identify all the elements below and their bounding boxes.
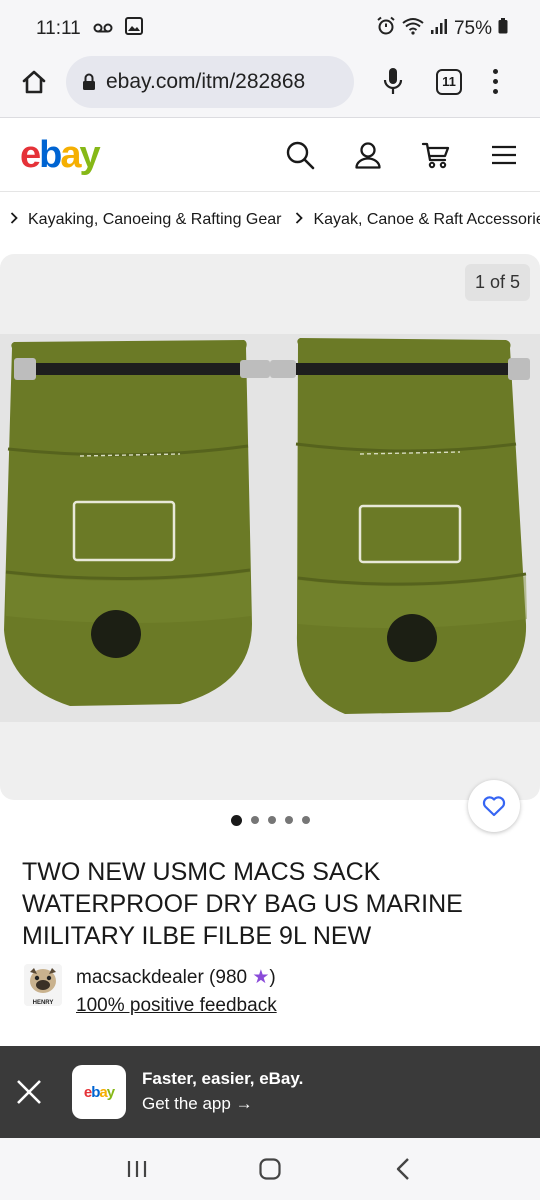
voicemail-icon [93, 18, 113, 40]
battery-icon [498, 18, 508, 40]
image-notification-icon [124, 17, 143, 41]
recent-apps-button[interactable] [117, 1149, 157, 1189]
microphone-icon [383, 67, 403, 94]
url-text: ebay.com/itm/282868 [106, 69, 306, 93]
close-banner-button[interactable] [14, 1077, 44, 1107]
recents-icon [127, 1161, 146, 1177]
ebay-logo[interactable]: ebay [20, 136, 101, 174]
back-button[interactable] [383, 1149, 423, 1189]
breadcrumb-item[interactable]: Kayaking, Canoeing & Rafting Gear [28, 211, 281, 229]
home-nav-button[interactable] [250, 1149, 290, 1189]
product-image[interactable] [0, 334, 540, 722]
gallery-pagination [0, 814, 540, 826]
status-time: 11:11 [36, 18, 81, 39]
more-vert-dot [492, 79, 498, 84]
star-icon: ★ [252, 967, 270, 988]
chevron-right-icon [295, 211, 304, 229]
hamburger-icon [492, 145, 516, 164]
battery-percent: 75% [453, 18, 492, 39]
tab-switcher-button[interactable]: 11 [436, 68, 462, 95]
lock-icon [82, 73, 96, 91]
search-icon [286, 141, 315, 169]
tab-count: 11 [442, 74, 456, 89]
heart-icon [482, 796, 506, 817]
more-vert-dot [492, 69, 498, 74]
pagination-dot[interactable] [267, 816, 276, 824]
banner-title: Faster, easier, eBay. [142, 1069, 304, 1088]
seller-name[interactable]: macsackdealer (980 ★) [76, 964, 277, 992]
pagination-dot[interactable] [301, 816, 310, 824]
breadcrumb: Kayaking, Canoeing & Rafting Gear Kayak,… [0, 192, 540, 248]
dry-bag-right [270, 338, 530, 714]
get-the-app-link[interactable]: Get the app → [142, 1091, 303, 1117]
app-install-banner[interactable]: ebay Faster, easier, eBay. Get the app → [0, 1046, 540, 1138]
listing-title: TWO NEW USMC MACS SACK WATERPROOF DRY BA… [22, 858, 463, 950]
image-gallery[interactable]: 1 of 5 [0, 254, 540, 800]
hamburger-menu-button[interactable] [488, 139, 520, 171]
back-icon [397, 1158, 410, 1180]
browser-toolbar: ebay.com/itm/282868 11 [0, 46, 540, 118]
home-nav-icon [259, 1158, 281, 1180]
seller-feedback-link[interactable]: 100% positive feedback [76, 992, 277, 1020]
ebay-header: ebay [0, 118, 540, 192]
pagination-dot[interactable] [284, 816, 293, 824]
ebay-app-icon: ebay [72, 1065, 126, 1119]
avatar-caption: HENRY [33, 1000, 54, 1006]
address-bar[interactable]: ebay.com/itm/282868 [66, 55, 354, 108]
seller-avatar[interactable]: HENRY [24, 964, 62, 1006]
search-button[interactable] [284, 139, 316, 171]
cart-icon [421, 142, 450, 168]
pagination-dot[interactable] [230, 814, 242, 826]
home-icon [22, 70, 46, 93]
user-icon [355, 141, 381, 169]
voice-search-button[interactable] [378, 64, 408, 100]
account-button[interactable] [352, 139, 384, 171]
wifi-icon [402, 17, 424, 41]
close-icon [17, 1080, 41, 1104]
home-button[interactable] [16, 64, 52, 100]
pagination-dot[interactable] [250, 816, 259, 824]
dry-bag-left [4, 340, 270, 706]
more-vert-dot [492, 89, 498, 94]
android-nav-bar [0, 1138, 540, 1200]
chevron-right-icon [10, 211, 18, 229]
cart-button[interactable] [420, 139, 452, 171]
alarm-icon [376, 16, 396, 42]
browser-menu-button[interactable] [490, 69, 500, 94]
seller-info: HENRY macsackdealer (980 ★) 100% positiv… [24, 964, 277, 1020]
signal-icon [430, 17, 448, 41]
breadcrumb-item[interactable]: Kayak, Canoe & Raft Accessories [313, 211, 540, 229]
image-counter: 1 of 5 [464, 264, 530, 301]
